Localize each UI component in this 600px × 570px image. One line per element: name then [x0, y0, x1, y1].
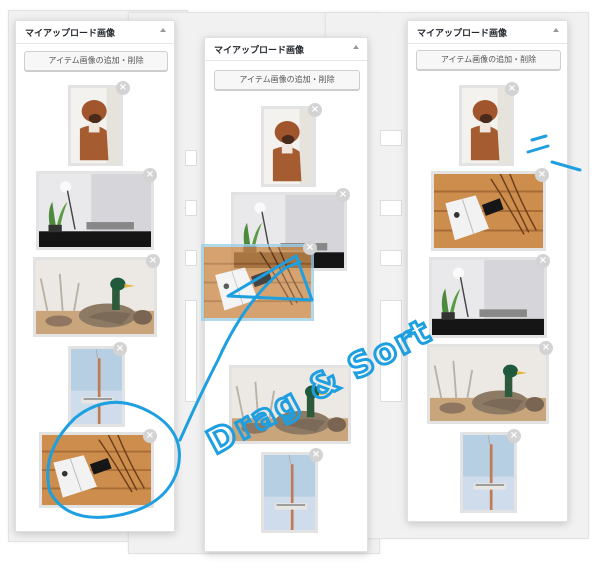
thumbnail-tower[interactable] [261, 452, 318, 533]
thumbnail-dog[interactable] [261, 106, 316, 187]
duck-photo [232, 368, 348, 441]
thumbnail-book[interactable] [431, 171, 546, 251]
remove-image-icon[interactable]: × [143, 168, 157, 182]
upload-images-panel-after: マイアップロード画像 アイテム画像の追加・削除 × × × × × [407, 20, 568, 522]
tower-photo [463, 435, 514, 510]
desk-photo [432, 260, 544, 335]
remove-image-icon[interactable]: × [336, 188, 350, 202]
collapse-toggle-icon[interactable] [353, 45, 359, 49]
collapse-toggle-icon[interactable] [160, 28, 166, 32]
thumbnail-dog[interactable] [459, 85, 514, 166]
add-remove-images-button[interactable]: アイテム画像の追加・削除 [416, 50, 561, 70]
panel-title: マイアップロード画像 [417, 29, 508, 39]
book-photo [204, 247, 311, 318]
dog-photo [264, 109, 313, 184]
background-field [185, 150, 197, 166]
panel-header: マイアップロード画像 [16, 21, 174, 44]
duck-photo [36, 260, 154, 334]
remove-image-icon[interactable]: × [308, 103, 322, 117]
thumbnail-dog[interactable] [68, 85, 123, 166]
remove-image-icon[interactable]: × [536, 254, 550, 268]
remove-image-icon[interactable]: × [505, 82, 519, 96]
book-photo [42, 435, 151, 505]
dog-photo [462, 88, 511, 163]
background-field [185, 300, 197, 402]
duck-photo [430, 347, 546, 421]
remove-image-icon[interactable]: × [143, 429, 157, 443]
collapse-toggle-icon[interactable] [553, 28, 559, 32]
thumbnail-tower[interactable] [460, 432, 517, 513]
remove-image-icon[interactable]: × [116, 81, 130, 95]
remove-image-icon[interactable]: × [507, 429, 521, 443]
tower-photo [264, 455, 315, 530]
panel-header: マイアップロード画像 [408, 21, 567, 44]
upload-images-panel-before: マイアップロード画像 アイテム画像の追加・削除 × × × × × [15, 20, 175, 532]
thumbnail-duck[interactable] [229, 365, 351, 444]
thumbnail-desk[interactable] [429, 257, 547, 338]
background-field [380, 250, 402, 266]
thumbnail-tower[interactable] [68, 346, 125, 427]
background-field [380, 300, 402, 402]
book-photo [434, 174, 543, 248]
dog-photo [71, 88, 120, 163]
thumbnail-book-dragging[interactable] [201, 244, 314, 321]
background-field [185, 200, 197, 216]
thumbnail-duck[interactable] [33, 257, 157, 337]
thumbnail-duck[interactable] [427, 344, 549, 424]
background-field [185, 250, 197, 266]
background-field [380, 130, 402, 146]
upload-images-panel-dragging: マイアップロード画像 アイテム画像の追加・削除 × × × × [201, 37, 368, 552]
desk-photo [39, 174, 151, 247]
remove-image-icon[interactable]: × [539, 341, 553, 355]
tower-photo [71, 349, 122, 424]
panel-title: マイアップロード画像 [214, 46, 305, 56]
thumbnail-desk[interactable] [36, 171, 154, 250]
remove-image-icon[interactable]: × [309, 448, 323, 462]
panel-header: マイアップロード画像 [205, 38, 367, 61]
remove-image-icon[interactable]: × [146, 254, 160, 268]
panel-title: マイアップロード画像 [25, 29, 116, 39]
remove-image-icon[interactable]: × [113, 342, 127, 356]
add-remove-images-button[interactable]: アイテム画像の追加・削除 [24, 51, 168, 71]
background-field [380, 200, 402, 216]
remove-image-icon[interactable]: × [535, 168, 549, 182]
thumbnail-book[interactable] [39, 432, 154, 508]
add-remove-images-button[interactable]: アイテム画像の追加・削除 [214, 70, 360, 90]
remove-image-icon[interactable]: × [303, 241, 317, 255]
